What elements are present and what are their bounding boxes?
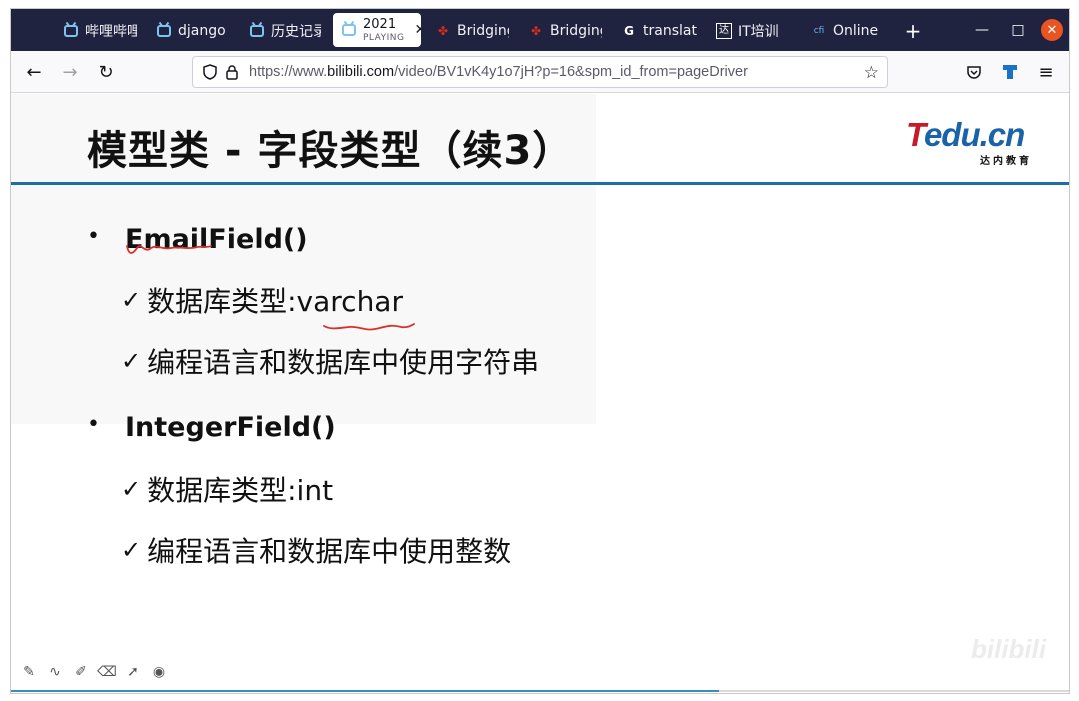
- tab-label: django: [178, 23, 226, 39]
- window-close-button[interactable]: ✕: [1041, 19, 1063, 41]
- bilibili-icon: [249, 23, 265, 39]
- tab-history[interactable]: 历史记录: [241, 15, 329, 47]
- checkmark-icon: ✓: [121, 536, 142, 564]
- list-item: ✓ 数据库类型:varchar: [121, 280, 403, 320]
- reload-icon[interactable]: ↻: [95, 61, 117, 83]
- checkmark-icon: ✓: [121, 347, 142, 375]
- tab-label: 哔哩哔哩: [85, 24, 137, 40]
- tedu-logo: Tedu.cn 达内教育: [906, 116, 1032, 167]
- tab-label: Online: [833, 23, 879, 39]
- checkmark-icon: ✓: [121, 286, 142, 314]
- tab-label: 历史记录: [271, 24, 321, 40]
- tab-label: IT培训: [738, 24, 779, 40]
- pen-icon[interactable]: ✎: [21, 664, 37, 680]
- minimize-icon[interactable]: —: [971, 19, 993, 41]
- list-item-text: 数据库类型:int: [147, 474, 334, 507]
- tab-bar: 哔哩哔哩 django 历史记录 2021 PLAYING ✕ ✤ Bridgi…: [11, 9, 1069, 51]
- google-icon: G: [624, 24, 634, 38]
- forward-arrow-icon[interactable]: →: [59, 61, 81, 83]
- bilibili-icon: [156, 23, 172, 39]
- underline-annotation-varchar: [323, 323, 415, 331]
- back-arrow-icon[interactable]: ←: [23, 61, 45, 83]
- navigation-toolbar: ← → ↻ https://www.bilibili.com/video/BV1…: [11, 51, 1069, 93]
- maximize-icon[interactable]: □: [1007, 19, 1029, 41]
- bilibili-icon: [341, 22, 357, 38]
- drawing-toolbar: ✎ ∿ ✐ ⌫ ➚ ◉: [21, 664, 167, 680]
- list-item: ✓ 数据库类型:int: [121, 469, 333, 509]
- bilibili-icon: [63, 23, 79, 39]
- tab-online[interactable]: cfi Online: [803, 15, 893, 47]
- checkmark-icon: ✓: [121, 475, 142, 503]
- highlighter-icon[interactable]: ✐: [73, 664, 89, 680]
- tab-bridging-2[interactable]: ✤ Bridging: [520, 15, 610, 47]
- title-divider: [11, 182, 1069, 185]
- list-item-text: 编程语言和数据库中使用字符串: [147, 346, 540, 379]
- list-item-text: 数据库类型:varchar: [147, 285, 403, 318]
- tab-bridging-1[interactable]: ✤ Bridging: [427, 15, 517, 47]
- curve-icon[interactable]: ∿: [47, 664, 63, 680]
- lock-icon[interactable]: [223, 63, 241, 81]
- url-text[interactable]: https://www.bilibili.com/video/BV1vK4y1o…: [249, 64, 748, 80]
- list-item: ✓ 编程语言和数据库中使用字符串: [121, 341, 539, 381]
- tab-playing-label: PLAYING: [363, 32, 405, 43]
- tab-label: translat: [643, 23, 697, 39]
- video-progress-fill[interactable]: [11, 690, 719, 692]
- close-icon[interactable]: ✕: [414, 22, 421, 38]
- bullet-dot: •: [87, 224, 100, 249]
- video-progress-track[interactable]: [719, 690, 1069, 692]
- slide-title: 模型类 - 字段类型（续3）: [87, 128, 574, 174]
- maple-leaf-icon: ✤: [437, 24, 449, 38]
- menu-icon[interactable]: ≡: [1035, 61, 1057, 83]
- list-item: ✓ 编程语言和数据库中使用整数: [121, 530, 511, 570]
- bilibili-watermark: bilibili: [971, 634, 1047, 664]
- tab-label: 2021: [363, 17, 397, 31]
- tab-label: Bridging: [457, 23, 509, 39]
- video-content[interactable]: 模型类 - 字段类型（续3） Tedu.cn 达内教育 • EmailField…: [11, 94, 1069, 693]
- cfi-icon: cfi: [813, 25, 825, 36]
- shield-icon[interactable]: [201, 63, 219, 81]
- maple-leaf-icon: ✤: [530, 24, 542, 38]
- da-icon: 达: [716, 23, 732, 39]
- tab-active-video[interactable]: 2021 PLAYING ✕: [333, 13, 421, 47]
- bookmark-star-icon[interactable]: ☆: [864, 63, 879, 83]
- underline-annotation-emailfield: [126, 245, 212, 254]
- tab-label: Bridging: [550, 23, 602, 39]
- logo-subtitle: 达内教育: [980, 156, 1032, 167]
- tab-translate[interactable]: G translat: [613, 15, 705, 47]
- tab-bilibili-home[interactable]: 哔哩哔哩: [55, 15, 145, 47]
- eraser-icon[interactable]: ⌫: [97, 664, 117, 680]
- tab-it-training[interactable]: 达 IT培训: [708, 15, 800, 47]
- tab-django[interactable]: django: [148, 15, 238, 47]
- pocket-icon[interactable]: [963, 61, 985, 83]
- bullet-dot: •: [87, 412, 100, 437]
- pointer-icon[interactable]: ➚: [125, 664, 141, 680]
- list-item-text: 编程语言和数据库中使用整数: [147, 535, 512, 568]
- extension-icon[interactable]: [999, 61, 1021, 83]
- new-tab-button[interactable]: +: [901, 19, 925, 43]
- browser-window: 哔哩哔哩 django 历史记录 2021 PLAYING ✕ ✤ Bridgi…: [10, 8, 1070, 694]
- url-bar[interactable]: https://www.bilibili.com/video/BV1vK4y1o…: [192, 56, 888, 88]
- record-icon[interactable]: ◉: [151, 664, 167, 680]
- bullet-label: IntegerField(): [125, 412, 336, 443]
